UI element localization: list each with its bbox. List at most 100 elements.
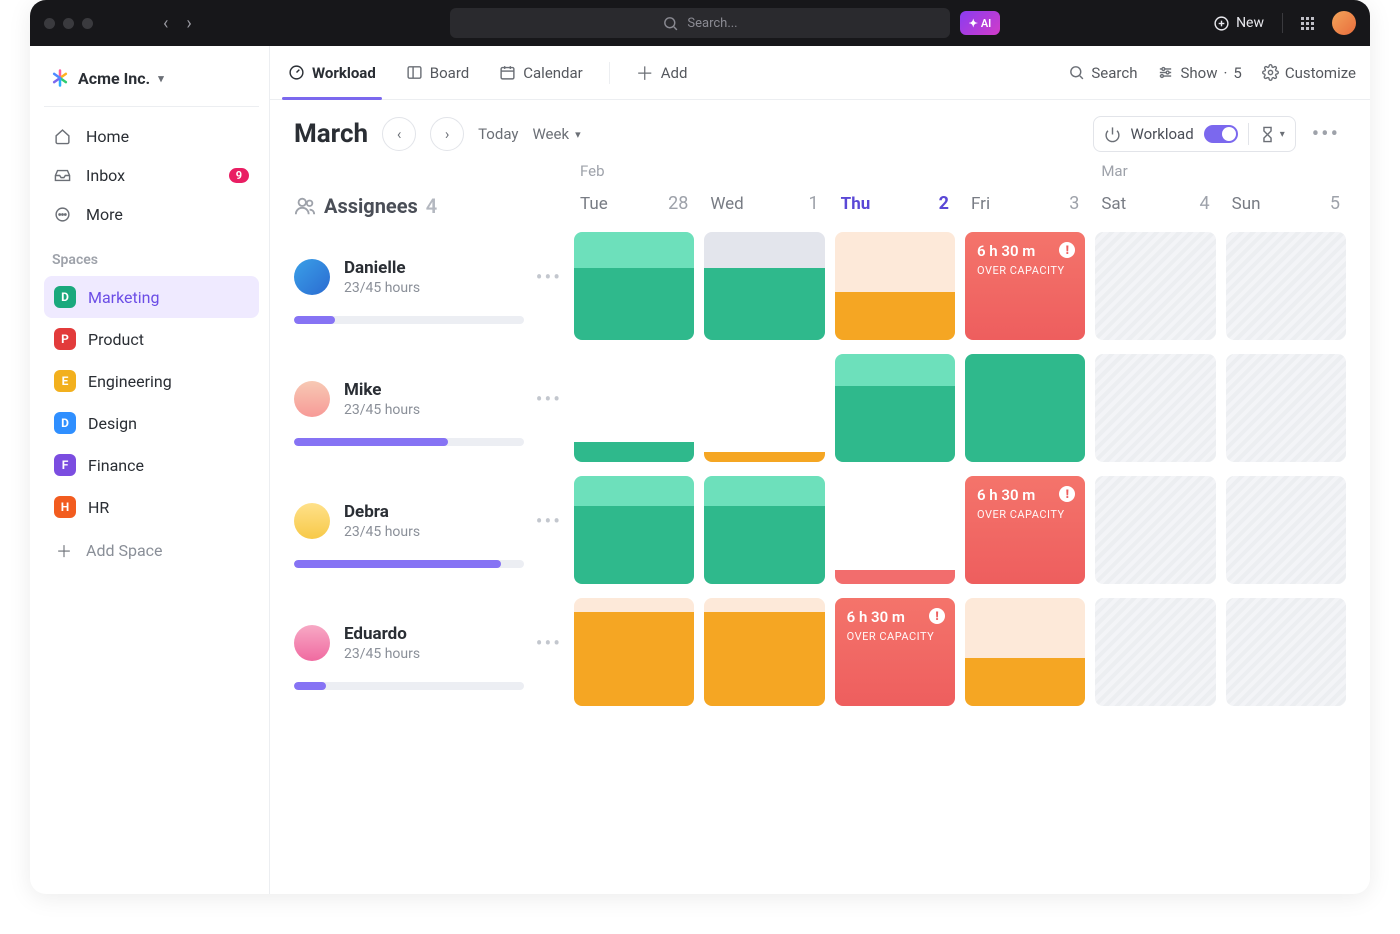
day-header: Wed1	[704, 162, 824, 218]
space-marketing[interactable]: DMarketing	[44, 276, 259, 318]
space-badge: F	[54, 454, 76, 476]
person-name: Eduardo	[344, 624, 420, 644]
workload-cell[interactable]	[1226, 476, 1346, 584]
workload-cell[interactable]	[1095, 476, 1215, 584]
more-actions[interactable]: •••	[1306, 122, 1346, 147]
alert-icon: !	[929, 608, 945, 624]
workload-cell[interactable]	[835, 476, 955, 584]
row-more-icon[interactable]: •••	[536, 387, 574, 411]
workload-cell[interactable]	[1226, 598, 1346, 706]
workload-cell[interactable]	[965, 354, 1085, 462]
plus-icon: ＋	[636, 60, 654, 86]
forward-icon[interactable]: ›	[186, 13, 191, 34]
space-design[interactable]: DDesign	[44, 402, 259, 444]
tab-show[interactable]: Show · 5	[1157, 64, 1241, 82]
hourglass-dropdown[interactable]: ▾	[1259, 126, 1285, 143]
workload-cell[interactable]	[965, 598, 1085, 706]
tab-workload[interactable]: Workload	[284, 46, 380, 99]
workload-cell[interactable]	[1226, 232, 1346, 340]
tab-search[interactable]: Search	[1068, 64, 1137, 82]
capacity-bar	[294, 438, 524, 446]
person-name: Debra	[344, 502, 420, 522]
traffic-min[interactable]	[63, 18, 74, 29]
sidebar-inbox[interactable]: Inbox 9	[44, 156, 259, 195]
sidebar: Acme Inc. ▾ Home Inbox 9 More Spaces DMa…	[30, 46, 270, 894]
back-icon[interactable]: ‹	[163, 13, 168, 34]
avatar[interactable]	[294, 503, 330, 539]
add-space-button[interactable]: ＋ Add Space	[44, 528, 259, 572]
range-dropdown[interactable]: Week ▾	[532, 125, 580, 143]
apps-icon[interactable]	[1301, 17, 1314, 30]
workload-cell[interactable]	[1095, 354, 1215, 462]
sidebar-home[interactable]: Home	[44, 117, 259, 156]
workload-cell[interactable]	[704, 598, 824, 706]
workload-cell[interactable]	[704, 476, 824, 584]
tab-customize[interactable]: Customize	[1262, 64, 1356, 82]
workload-toggle[interactable]	[1204, 125, 1238, 143]
workload-cell[interactable]: ! 6 h 30 m OVER CAPACITY	[965, 232, 1085, 340]
row-more-icon[interactable]: •••	[536, 509, 574, 533]
workspace-switcher[interactable]: Acme Inc. ▾	[44, 60, 259, 107]
sidebar-more[interactable]: More	[44, 195, 259, 234]
titlebar: ‹ › Search... ✦ AI New	[30, 0, 1370, 46]
space-badge: H	[54, 496, 76, 518]
chevron-down-icon: ▾	[158, 72, 164, 85]
sparkle-icon: ✦	[969, 17, 978, 30]
space-product[interactable]: PProduct	[44, 318, 259, 360]
board-icon	[406, 64, 423, 81]
home-icon	[54, 128, 74, 145]
space-badge: D	[54, 286, 76, 308]
workload-cell[interactable]: ! 6 h 30 m OVER CAPACITY	[835, 598, 955, 706]
workload-cell[interactable]	[1095, 598, 1215, 706]
tab-board[interactable]: Board	[402, 46, 473, 99]
workload-toggle-label: Workload	[1131, 125, 1194, 143]
space-hr[interactable]: HHR	[44, 486, 259, 528]
workload-cell[interactable]	[574, 598, 694, 706]
workload-toggle-box: Workload ▾	[1093, 116, 1296, 152]
ai-button[interactable]: ✦ AI	[960, 11, 1000, 35]
day-header: FebTue28	[574, 162, 694, 218]
row-more-icon[interactable]: •••	[536, 631, 574, 655]
person-name: Mike	[344, 380, 420, 400]
avatar[interactable]	[294, 259, 330, 295]
people-icon	[294, 195, 316, 217]
workload-cell[interactable]	[704, 232, 824, 340]
workload-cell[interactable]	[704, 354, 824, 462]
today-button[interactable]: Today	[478, 125, 518, 143]
avatar[interactable]	[294, 625, 330, 661]
capacity-bar	[294, 682, 524, 690]
next-button[interactable]: ›	[430, 117, 464, 151]
global-search[interactable]: Search...	[450, 8, 950, 38]
person-hours: 23/45 hours	[344, 280, 420, 296]
hourglass-icon	[1259, 126, 1276, 143]
row-more-icon[interactable]: •••	[536, 265, 574, 289]
space-finance[interactable]: FFinance	[44, 444, 259, 486]
tab-add[interactable]: ＋ Add	[632, 46, 692, 99]
traffic-max[interactable]	[82, 18, 93, 29]
workload-toolbar: March ‹ › Today Week ▾ Workload	[270, 100, 1370, 162]
gauge-icon	[288, 64, 305, 81]
workload-cell[interactable]	[835, 354, 955, 462]
workload-cell[interactable]	[574, 232, 694, 340]
new-button[interactable]: New	[1213, 15, 1264, 32]
workload-cell[interactable]	[1226, 354, 1346, 462]
tab-calendar[interactable]: Calendar	[495, 46, 587, 99]
workload-row: Debra 23/45 hours ••• ! 6 h 30 m OVER CA…	[294, 476, 1346, 584]
logo-icon	[50, 68, 70, 88]
user-avatar[interactable]	[1332, 11, 1356, 35]
traffic-close[interactable]	[44, 18, 55, 29]
view-tabs: Workload Board Calendar ＋ Add	[270, 46, 1370, 100]
workload-cell[interactable]	[1095, 232, 1215, 340]
window-controls	[44, 18, 93, 29]
workload-cell[interactable]	[574, 354, 694, 462]
prev-button[interactable]: ‹	[382, 117, 416, 151]
space-engineering[interactable]: EEngineering	[44, 360, 259, 402]
workload-cell[interactable]	[574, 476, 694, 584]
day-header: Fri3	[965, 162, 1085, 218]
capacity-bar	[294, 560, 524, 568]
more-icon	[54, 206, 74, 223]
workload-cell[interactable]	[835, 232, 955, 340]
calendar-icon	[499, 64, 516, 81]
workload-cell[interactable]: ! 6 h 30 m OVER CAPACITY	[965, 476, 1085, 584]
avatar[interactable]	[294, 381, 330, 417]
